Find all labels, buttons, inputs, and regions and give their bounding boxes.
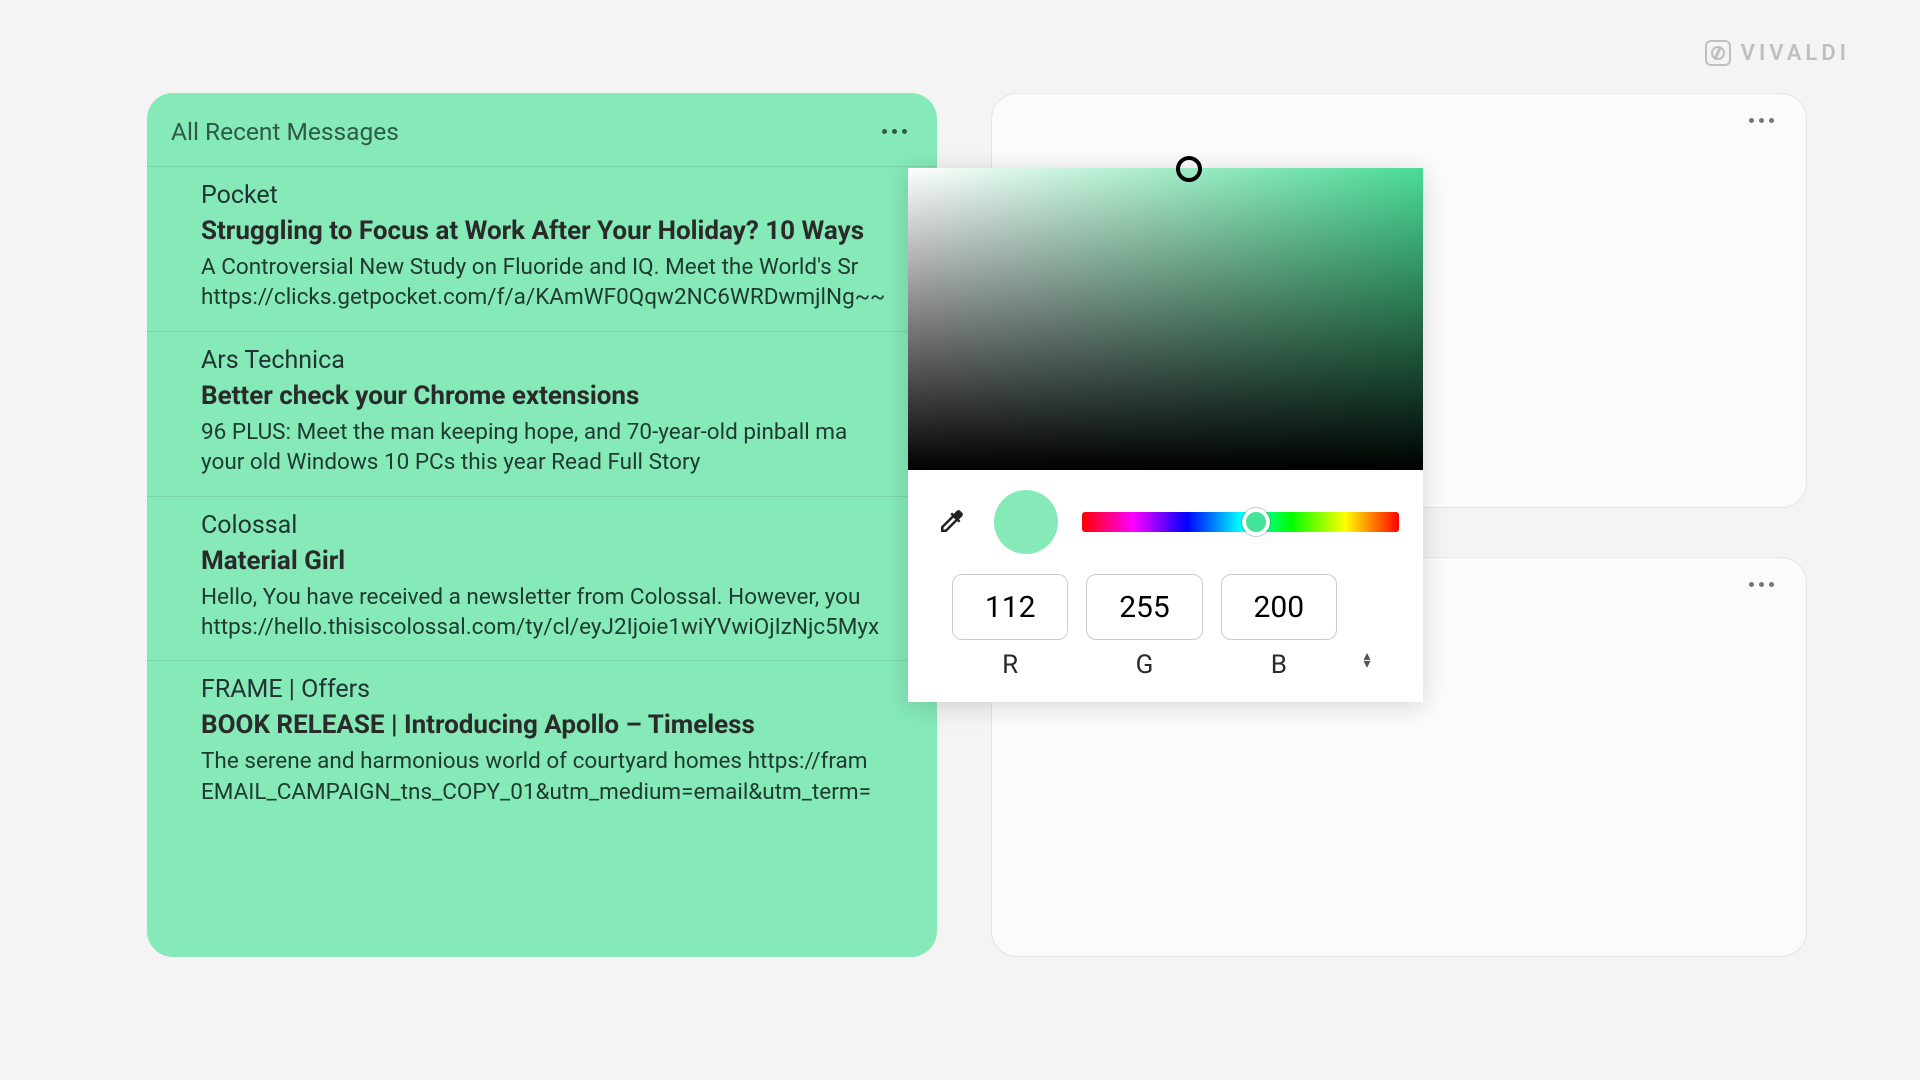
card-more-button[interactable]: [1749, 582, 1774, 587]
panel-title: All Recent Messages: [171, 117, 399, 146]
message-body: 96 PLUS: Meet the man keeping hope, and …: [201, 417, 913, 478]
message-body: Hello, You have received a newsletter fr…: [201, 582, 913, 643]
vivaldi-logo-icon: [1705, 40, 1731, 66]
message-item[interactable]: Colossal Material Girl Hello, You have r…: [147, 496, 937, 661]
current-color-swatch: [994, 490, 1058, 554]
message-title: Better check your Chrome extensions: [201, 381, 913, 411]
eyedropper-button[interactable]: [932, 503, 970, 541]
color-picker-popup: R G B ▴ ▾: [908, 168, 1423, 702]
b-input[interactable]: [1221, 574, 1337, 640]
message-item[interactable]: Pocket Struggling to Focus at Work After…: [147, 166, 937, 331]
saturation-lightness-field[interactable]: [908, 168, 1423, 470]
card-more-button[interactable]: [1749, 118, 1774, 123]
chevron-down-icon: ▾: [1363, 660, 1370, 668]
eyedropper-icon: [936, 507, 966, 537]
g-input[interactable]: [1086, 574, 1202, 640]
message-title: Material Girl: [201, 546, 913, 576]
message-sender: Colossal: [201, 511, 913, 540]
r-label: R: [1002, 650, 1018, 680]
hue-handle[interactable]: [1242, 508, 1270, 536]
message-title: Struggling to Focus at Work After Your H…: [201, 216, 913, 246]
message-title: BOOK RELEASE | Introducing Apollo – Time…: [201, 710, 913, 740]
message-sender: Ars Technica: [201, 346, 913, 375]
message-item[interactable]: FRAME | Offers BOOK RELEASE | Introducin…: [147, 660, 937, 825]
message-sender: Pocket: [201, 181, 913, 210]
message-item[interactable]: Ars Technica Better check your Chrome ex…: [147, 331, 937, 496]
panel-header: All Recent Messages: [147, 93, 937, 166]
panel-more-button[interactable]: [882, 129, 907, 134]
hue-slider[interactable]: [1082, 512, 1399, 532]
message-sender: FRAME | Offers: [201, 675, 913, 704]
color-mode-toggle[interactable]: ▴ ▾: [1355, 652, 1379, 668]
r-input[interactable]: [952, 574, 1068, 640]
g-label: G: [1136, 650, 1154, 680]
saturation-handle[interactable]: [1176, 156, 1202, 182]
message-body: A Controversial New Study on Fluoride an…: [201, 252, 913, 313]
b-label: B: [1271, 650, 1287, 680]
message-body: The serene and harmonious world of court…: [201, 746, 913, 807]
brand-text: VIVALDI: [1741, 41, 1850, 66]
messages-panel: All Recent Messages Pocket Struggling to…: [147, 93, 937, 957]
brand-mark: VIVALDI: [1705, 40, 1850, 66]
